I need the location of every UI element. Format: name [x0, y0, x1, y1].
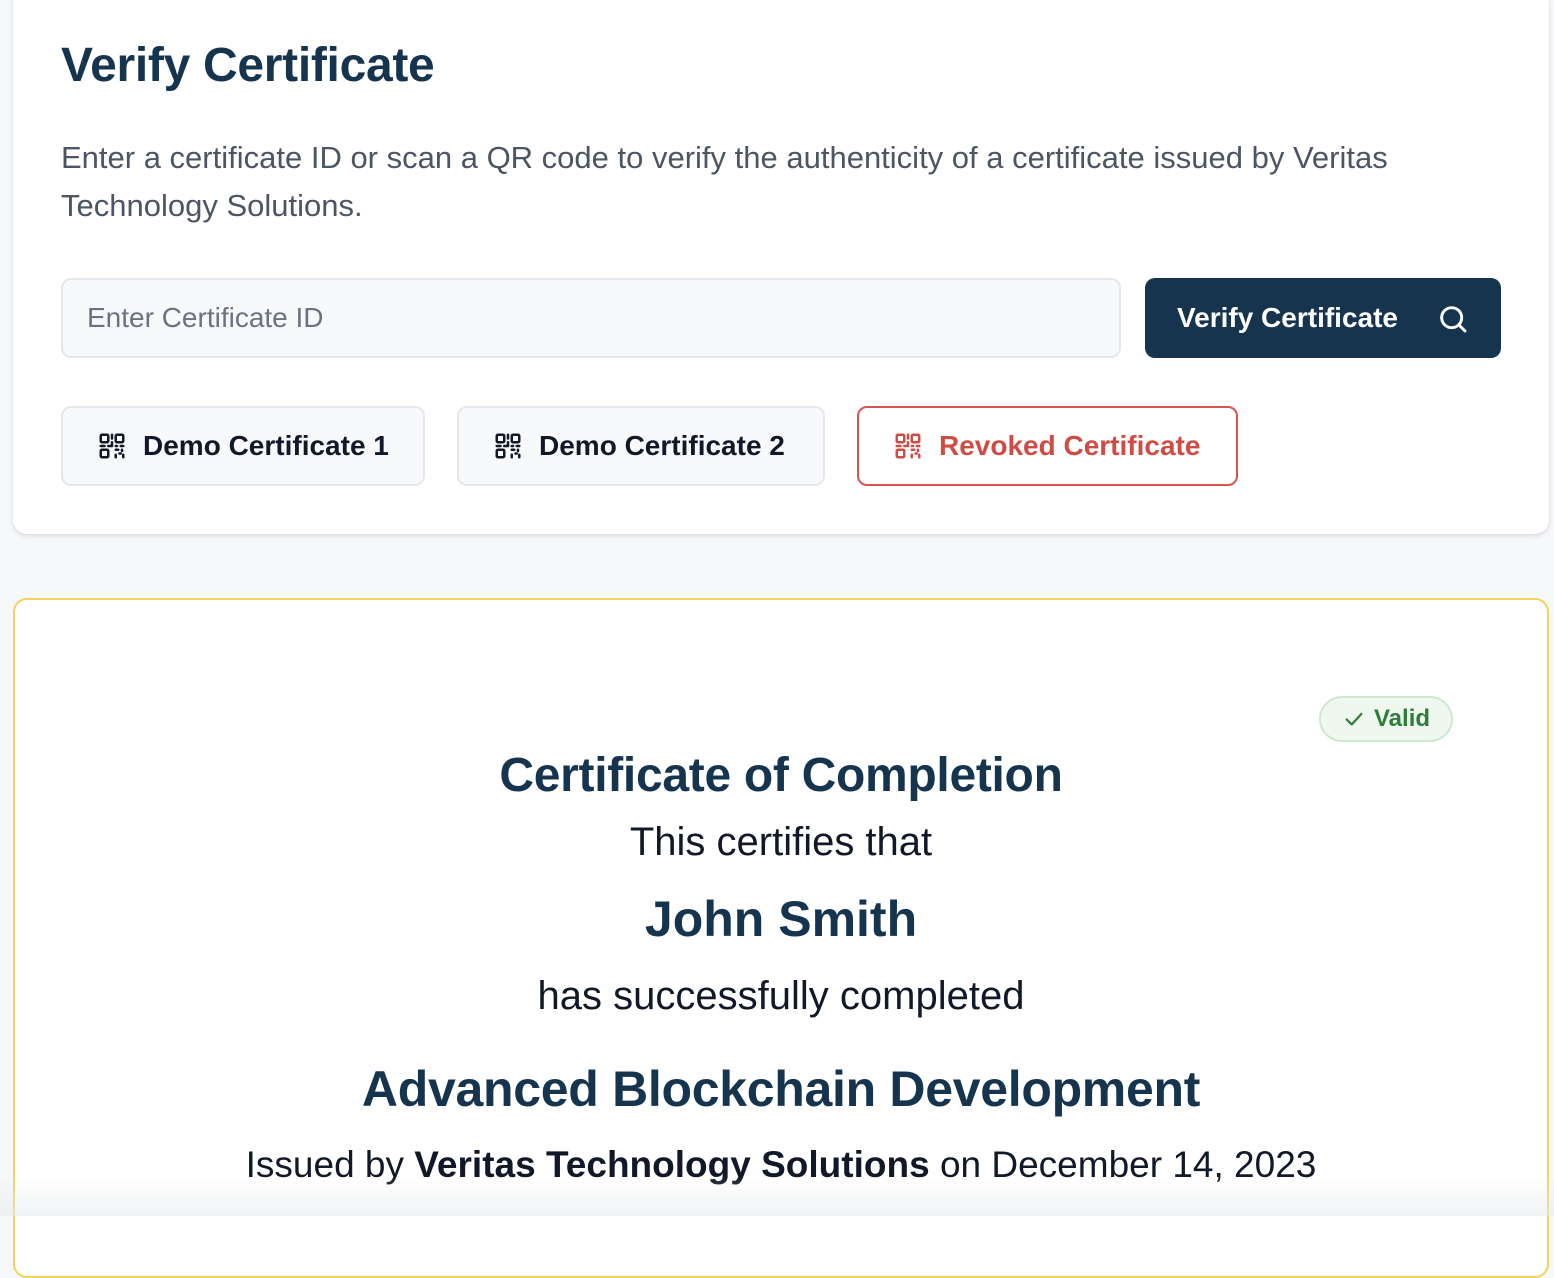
course-name: Advanced Blockchain Development — [15, 1060, 1547, 1118]
qr-code-icon — [493, 431, 523, 461]
certifies-text: This certifies that — [15, 820, 1547, 865]
demo-certificate-2-button[interactable]: Demo Certificate 2 — [457, 406, 825, 486]
verify-button-label: Verify Certificate — [1177, 302, 1398, 334]
issue-date: December 14, 2023 — [991, 1144, 1316, 1185]
verify-panel: Verify Certificate Enter a certificate I… — [13, 0, 1549, 534]
search-icon — [1437, 303, 1469, 335]
page-title: Verify Certificate — [61, 38, 434, 93]
demo-certificate-1-label: Demo Certificate 1 — [143, 430, 389, 462]
status-badge: Valid — [1319, 696, 1453, 742]
completed-text: has successfully completed — [15, 974, 1547, 1019]
issued-prefix: Issued by — [246, 1144, 404, 1185]
revoked-certificate-button[interactable]: Revoked Certificate — [857, 406, 1238, 486]
certificate-card: Valid Certificate of Completion This cer… — [13, 598, 1549, 1278]
qr-code-icon — [97, 431, 127, 461]
status-label: Valid — [1374, 705, 1430, 733]
qr-code-icon — [893, 431, 923, 461]
check-icon — [1343, 708, 1365, 730]
revoked-certificate-label: Revoked Certificate — [939, 430, 1200, 462]
issued-on: on — [940, 1144, 981, 1185]
issued-line: Issued by Veritas Technology Solutions o… — [15, 1144, 1547, 1186]
demo-certificate-1-button[interactable]: Demo Certificate 1 — [61, 406, 425, 486]
verify-description: Enter a certificate ID or scan a QR code… — [61, 134, 1461, 230]
verify-certificate-button[interactable]: Verify Certificate — [1145, 278, 1501, 358]
issuer-name: Veritas Technology Solutions — [414, 1144, 929, 1185]
certificate-id-input[interactable] — [61, 278, 1121, 358]
certificate-title: Certificate of Completion — [15, 748, 1547, 803]
recipient-name: John Smith — [15, 890, 1547, 948]
demo-certificate-2-label: Demo Certificate 2 — [539, 430, 785, 462]
